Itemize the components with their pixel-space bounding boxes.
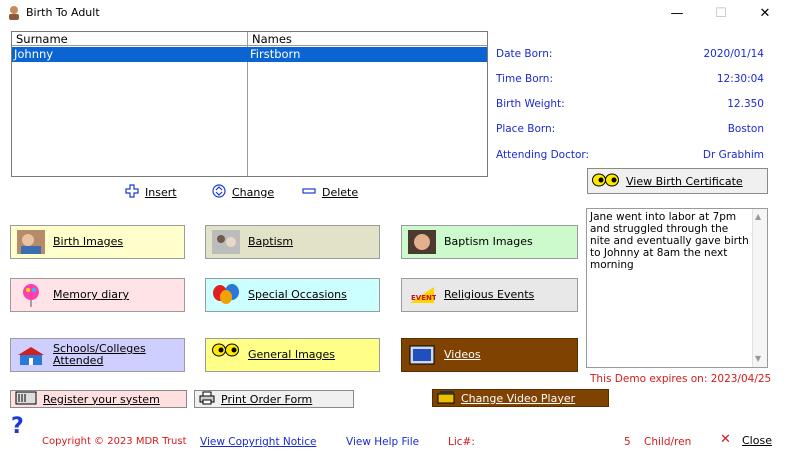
printer-icon [199,391,215,408]
baby-photo-icon [17,230,45,254]
place-born-label: Place Born: [496,123,556,135]
child-count: 5 [624,436,631,448]
general-images-label: General Images [248,348,336,361]
time-born-label: Time Born: [496,73,553,85]
change-button[interactable]: Change [212,184,274,201]
schools-label-line2: Attended [53,354,104,367]
title-bar: Birth To Adult — ☐ ✕ [0,0,788,28]
cell-names: Firstborn [250,47,301,61]
religious-events-button[interactable]: EVENTS Religious Events [401,278,578,312]
children-grid[interactable]: Surname Names Johnny Firstborn [11,31,488,177]
register-system-button[interactable]: Register your system [10,390,187,408]
baptism-images-label: Baptism Images [444,235,533,248]
up-down-icon [212,184,226,201]
view-birth-certificate-button[interactable]: View Birth Certificate [587,168,768,194]
date-born-label: Date Born: [496,48,553,60]
video-screen-icon [408,343,436,367]
attending-doctor-label: Attending Doctor: [496,149,590,161]
schools-colleges-label: Schools/Colleges Attended [53,343,146,367]
delete-button[interactable]: Delete [302,184,358,201]
view-birth-certificate-label: View Birth Certificate [626,174,743,188]
column-header-surname[interactable]: Surname [12,32,247,46]
eyes-icon [592,173,620,190]
time-born-value: 12:30:04 [716,73,764,85]
events-icon: EVENTS [408,283,442,307]
date-born-value: 2020/01/14 [703,48,764,60]
minus-icon [302,184,316,201]
demo-expiry-text: This Demo expires on: 2023/04/25 [590,373,772,385]
birth-weight-value: 12.350 [727,98,764,110]
balloon-icon [17,283,45,307]
scroll-up-arrow-icon[interactable]: ▲ [755,211,761,223]
change-video-player-button[interactable]: Change Video Player [432,389,609,407]
plus-icon [125,184,139,201]
religious-events-label: Religious Events [444,288,535,301]
balloons-icon [212,283,240,307]
scroll-down-arrow-icon[interactable]: ▼ [755,353,761,365]
delete-label: Delete [322,186,359,199]
svg-text:EVENTS: EVENTS [411,294,436,302]
sleeping-baby-icon [408,230,436,254]
cabinet-icon [15,391,37,408]
close-button[interactable]: Close [742,434,772,447]
memory-diary-label: Memory diary [53,288,130,301]
baptism-label: Baptism [248,235,294,248]
change-video-player-label: Change Video Player [461,391,576,405]
place-born-value: Boston [727,123,764,135]
view-help-file-link[interactable]: View Help File [346,436,419,448]
change-label: Change [232,186,275,199]
notes-text: Jane went into labor at 7pm and struggle… [590,211,749,271]
cell-surname: Johnny [14,47,54,61]
copyright-text: Copyright © 2023 MDR Trust [42,436,187,447]
window-title: Birth To Adult [26,6,100,19]
print-order-form-button[interactable]: Print Order Form [194,390,354,408]
child-count-label: Child/ren [644,436,692,448]
memory-diary-button[interactable]: Memory diary [10,278,185,312]
minimize-button[interactable]: — [662,4,692,24]
general-images-button[interactable]: General Images [205,338,380,372]
school-building-icon [17,343,45,367]
close-window-button[interactable]: ✕ [750,4,780,24]
baptism-photo-icon [212,230,240,254]
notes-scrollbar[interactable]: ▲ ▼ [752,209,767,367]
clapperboard-icon [437,390,455,407]
insert-button[interactable]: Insert [125,184,177,201]
special-occasions-label: Special Occasions [248,288,347,301]
eyes-icon [212,343,240,367]
maximize-button[interactable]: ☐ [706,4,736,24]
insert-label: Insert [145,186,177,199]
license-label: Lic#: [448,436,475,448]
birth-weight-label: Birth Weight: [496,98,565,110]
view-copyright-notice-link[interactable]: View Copyright Notice [200,436,316,448]
print-order-form-label: Print Order Form [221,392,313,406]
birth-images-label: Birth Images [53,235,124,248]
birth-images-button[interactable]: Birth Images [10,225,185,259]
videos-label: Videos [444,348,481,361]
attending-doctor-value: Dr Grabhim [702,149,764,161]
schools-colleges-button[interactable]: Schools/Colleges Attended [10,338,185,372]
table-row[interactable]: Johnny Firstborn [12,47,487,62]
videos-button[interactable]: Videos [401,338,578,372]
special-occasions-button[interactable]: Special Occasions [205,278,380,312]
close-x-icon[interactable]: ✕ [720,432,731,447]
notes-textarea[interactable]: Jane went into labor at 7pm and struggle… [586,208,768,368]
baptism-button[interactable]: Baptism [205,225,380,259]
column-header-names[interactable]: Names [248,32,487,46]
register-system-label: Register your system [43,392,160,406]
baby-app-icon [6,5,22,21]
help-question-icon[interactable]: ? [11,414,24,439]
baptism-images-button[interactable]: Baptism Images [401,225,578,259]
